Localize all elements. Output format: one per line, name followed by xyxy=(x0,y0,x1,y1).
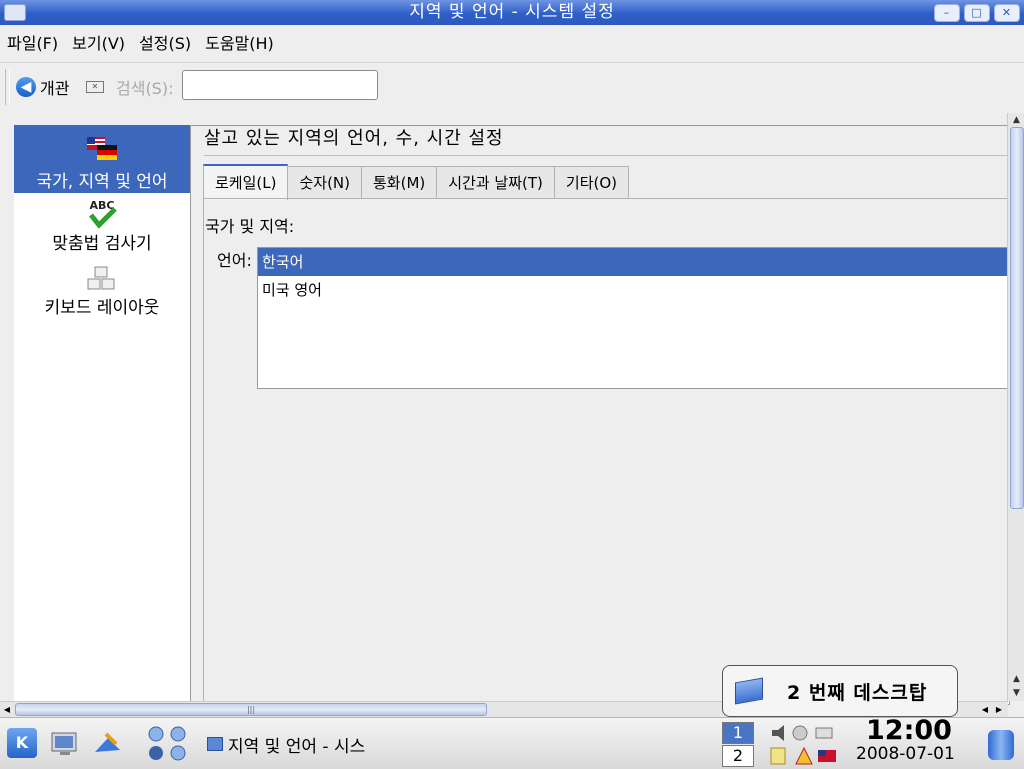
overview-button[interactable]: ◀ 개관 xyxy=(16,75,69,99)
tab-numbers[interactable]: 숫자(N) xyxy=(287,166,362,199)
search-label: ✕ 검색(S): xyxy=(86,75,173,99)
network-tools-icon[interactable] xyxy=(146,724,190,762)
tab-money[interactable]: 통화(M) xyxy=(361,166,438,199)
toolbar-grip[interactable] xyxy=(5,69,10,105)
popup-text: 2 번째 데스크탑 xyxy=(787,682,928,704)
language-list[interactable]: 한국어 미국 영어 xyxy=(257,247,1008,389)
list-item[interactable]: 미국 영어 xyxy=(258,276,1008,304)
scroll-left-icon[interactable]: ◀ xyxy=(0,702,14,717)
page-title: 살고 있는 지역의 언어, 수, 시간 설정 xyxy=(204,128,504,149)
clock-date[interactable]: 2008-07-01 xyxy=(856,744,955,764)
content-panel: 살고 있는 지역의 언어, 수, 시간 설정 로케일(L) 숫자(N) 통화(M… xyxy=(191,126,1008,705)
close-button[interactable]: ✕ xyxy=(994,4,1020,22)
desktop-switch-popup: 2 번째 데스크탑 xyxy=(722,665,958,717)
sidebar: 국가, 지역 및 언어 ABC 맞춤법 검사기 키보드 레이아웃 xyxy=(14,125,191,703)
minimize-button[interactable]: – xyxy=(934,4,960,22)
window-title: 지역 및 언어 - 시스템 설정 xyxy=(409,2,615,22)
sidebar-item-spellchecker[interactable]: ABC 맞춤법 검사기 xyxy=(14,197,190,259)
flags-icon xyxy=(87,137,117,160)
divider xyxy=(204,155,1007,156)
sidebar-item-label: 맞춤법 검사기 xyxy=(52,234,152,254)
clock-time[interactable]: 12:00 xyxy=(866,715,952,746)
app-icon[interactable] xyxy=(4,4,26,21)
taskbar-task-button[interactable]: 지역 및 언어 - 시스 xyxy=(228,732,365,757)
system-tray xyxy=(770,725,836,765)
country-region-label: 국가 및 지역: xyxy=(205,217,295,236)
list-item[interactable]: 한국어 xyxy=(258,248,1008,276)
scroll-up-icon[interactable]: ▲ xyxy=(1008,672,1024,686)
tab-time-date[interactable]: 시간과 날짜(T) xyxy=(436,166,555,199)
sidebar-item-label: 국가, 지역 및 언어 xyxy=(36,172,168,192)
scroll-thumb[interactable] xyxy=(1010,127,1024,509)
control-center-icon[interactable] xyxy=(92,730,126,758)
sidebar-item-country-region-language[interactable]: 국가, 지역 및 언어 xyxy=(14,125,190,193)
scroll-thumb[interactable]: ||| xyxy=(15,703,487,716)
tab-other[interactable]: 기타(O) xyxy=(553,166,630,199)
maximize-button[interactable]: □ xyxy=(964,4,990,22)
trash-icon[interactable] xyxy=(988,730,1014,760)
clear-search-icon[interactable]: ✕ xyxy=(86,81,104,93)
language-label: 언어: xyxy=(217,251,252,270)
pager-desktop-2[interactable]: 2 xyxy=(722,745,754,767)
sidebar-item-label: 키보드 레이아웃 xyxy=(44,298,160,318)
title-bar[interactable]: 지역 및 언어 - 시스템 설정 – □ ✕ xyxy=(0,0,1024,25)
kde-menu-icon[interactable]: K xyxy=(7,728,37,758)
desktop-pager: 1 2 xyxy=(722,722,754,767)
menu-help[interactable]: 도움말(H) xyxy=(198,30,281,54)
overview-label: 개관 xyxy=(40,79,70,98)
vertical-scrollbar[interactable]: ▲ ▲ ▼ xyxy=(1007,113,1024,701)
taskbar: K 지역 및 언어 - 시스 1 2 12:00 2008-07-01 xyxy=(0,715,1024,769)
menu-bar: 파일(F) 보기(V) 설정(S) 도움말(H) xyxy=(0,26,1024,58)
menu-view[interactable]: 보기(V) xyxy=(65,30,132,54)
window-icon xyxy=(207,737,223,751)
tab-bar: 로케일(L) 숫자(N) 통화(M) 시간과 날짜(T) 기타(O) xyxy=(203,164,630,200)
scroll-up-icon[interactable]: ▲ xyxy=(1008,113,1024,127)
search-label-text: 검색(S): xyxy=(116,79,174,98)
menu-file[interactable]: 파일(F) xyxy=(0,30,65,54)
back-arrow-icon: ◀ xyxy=(16,77,36,97)
pager-desktop-1[interactable]: 1 xyxy=(722,722,754,744)
keyboard-icon xyxy=(87,266,115,290)
system-monitor-icon[interactable] xyxy=(50,730,82,758)
scroll-right-icon[interactable]: ▶ xyxy=(992,702,1006,717)
spellcheck-icon: ABC xyxy=(89,199,117,229)
menu-settings[interactable]: 설정(S) xyxy=(132,30,198,54)
scroll-down-icon[interactable]: ▼ xyxy=(1008,686,1024,700)
sidebar-item-keyboard-layout[interactable]: 키보드 레이아웃 xyxy=(14,265,190,325)
tab-locale[interactable]: 로케일(L) xyxy=(203,164,289,200)
search-input[interactable] xyxy=(182,70,378,100)
toolbar: ◀ 개관 ✕ 검색(S): xyxy=(0,62,1024,111)
desktop-icon xyxy=(735,677,763,705)
scroll-left-icon[interactable]: ◀ xyxy=(978,702,992,717)
